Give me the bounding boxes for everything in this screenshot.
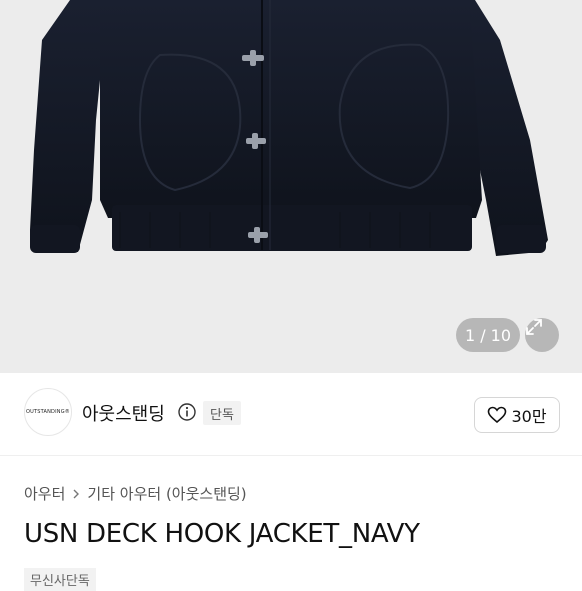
breadcrumb-item-other-outer[interactable]: 기타 아우터 (아웃스탠딩): [87, 483, 246, 504]
heart-icon: [488, 406, 507, 424]
divider: [0, 455, 582, 456]
breadcrumb: 아우터 기타 아우터 (아웃스탠딩): [24, 483, 247, 504]
expand-button[interactable]: [525, 318, 559, 352]
breadcrumb-item-outer[interactable]: 아우터: [24, 483, 65, 504]
image-counter: 1 / 10: [456, 318, 520, 352]
product-image-gallery[interactable]: 1 / 10: [0, 0, 582, 373]
brand-name[interactable]: 아웃스탠딩: [82, 400, 165, 426]
exclusive-badge: 단독: [203, 401, 241, 425]
store-exclusive-badge: 무신사단독: [24, 568, 96, 591]
chevron-right-icon: [73, 489, 80, 498]
product-title: USN DECK HOOK JACKET_NAVY: [24, 519, 420, 549]
expand-icon: [526, 319, 542, 335]
like-count: 30만: [511, 407, 547, 426]
like-button[interactable]: 30만: [474, 397, 560, 433]
info-icon[interactable]: [178, 403, 196, 421]
brand-logo[interactable]: OUTSTANDING®: [24, 388, 72, 436]
